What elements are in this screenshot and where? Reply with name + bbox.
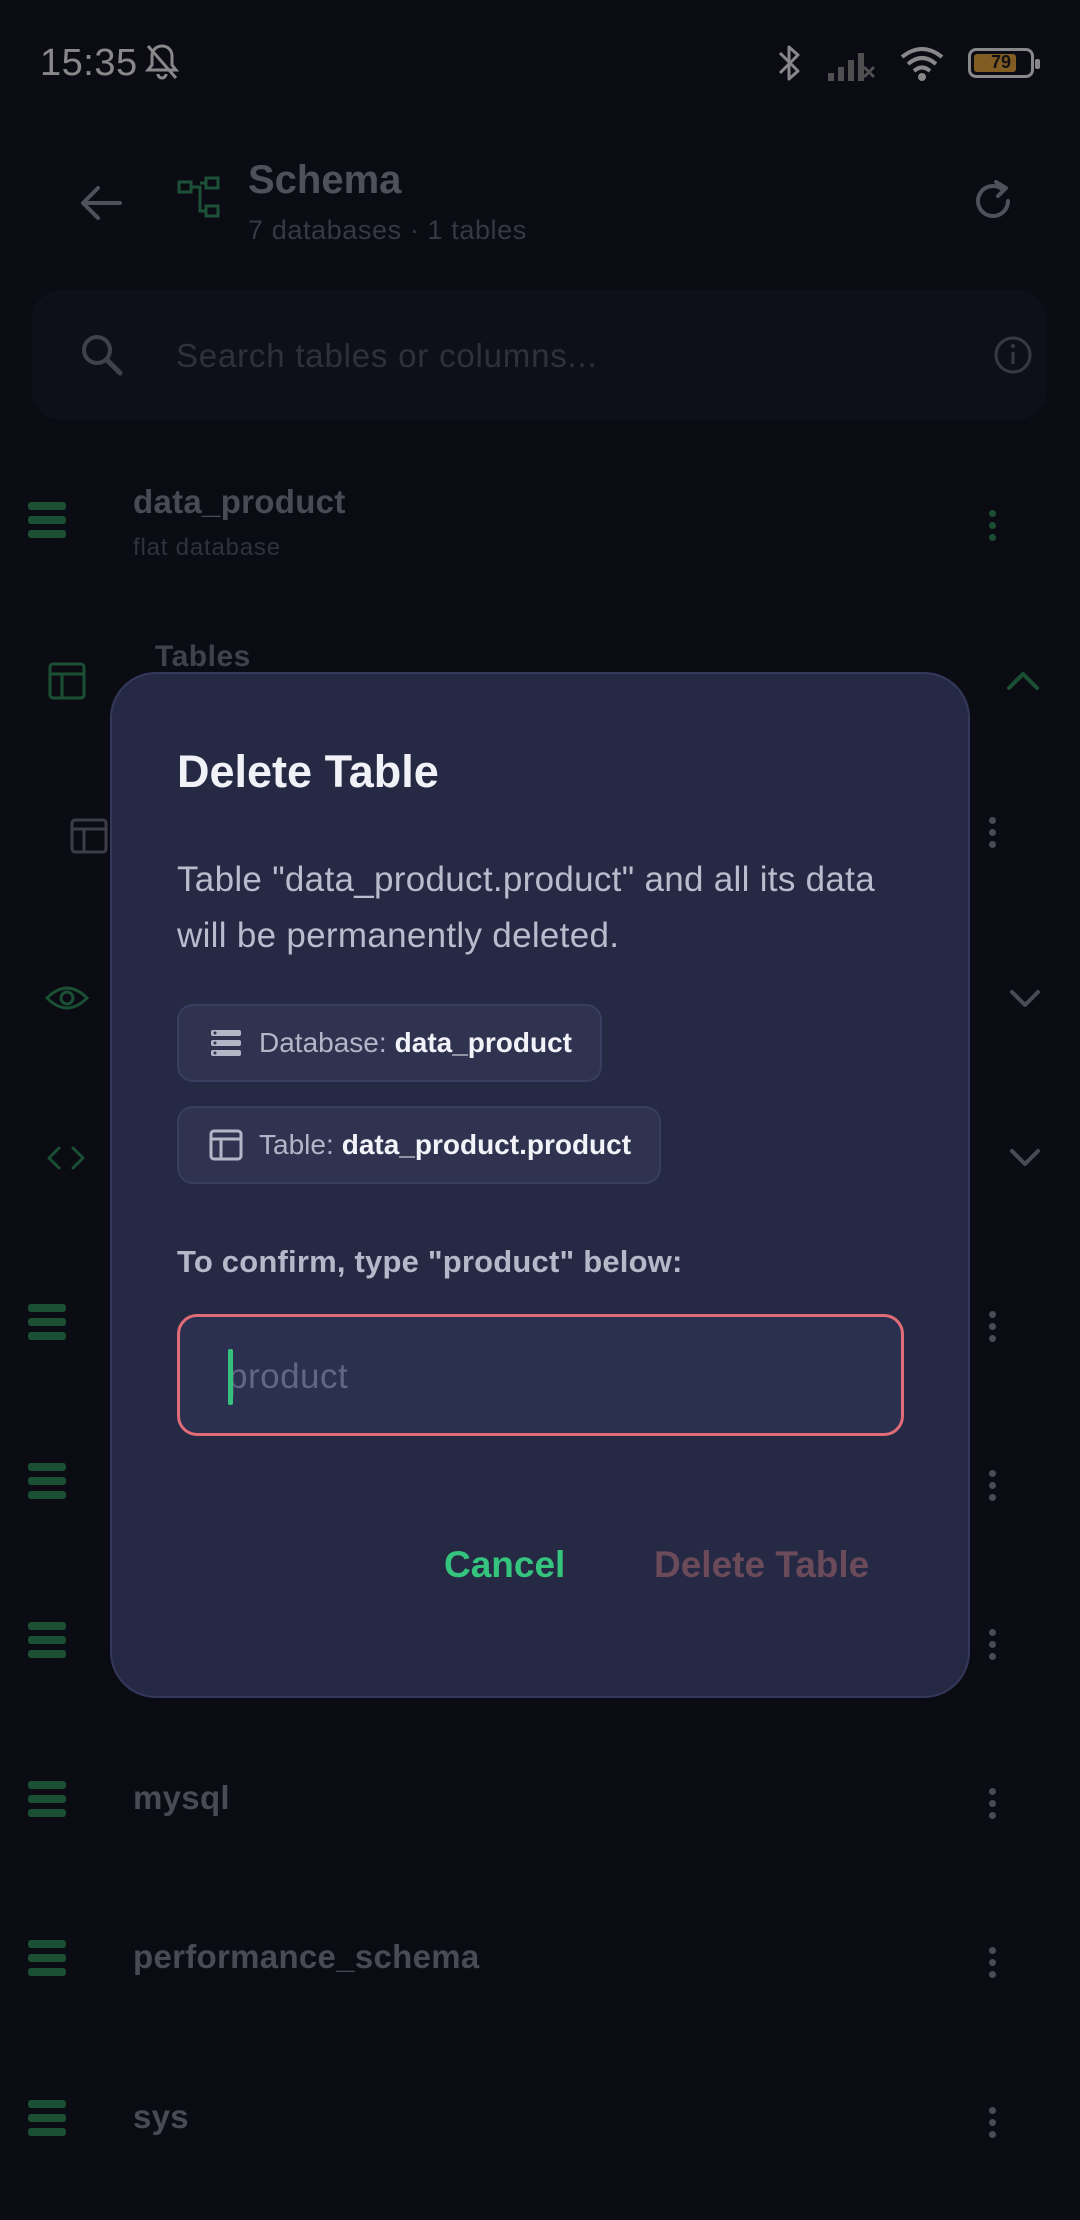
confirm-field[interactable] (177, 1314, 904, 1436)
dialog-message: Table "data_product.product" and all its… (177, 860, 875, 955)
confirm-instruction: To confirm, type "product" below: (177, 1244, 683, 1279)
confirm-input[interactable] (228, 1347, 868, 1407)
table-chip: Table: data_product.product (177, 1106, 662, 1184)
cancel-button[interactable]: Cancel (444, 1544, 565, 1586)
chip-label: Table: (259, 1129, 334, 1160)
chip-value: data_product.product (341, 1129, 632, 1160)
text-cursor (228, 1349, 233, 1405)
delete-table-dialog: Delete Table Table "data_product.product… (110, 672, 970, 1698)
database-icon (211, 1030, 241, 1056)
table-icon (209, 1129, 243, 1161)
app-screen: 15:35 79 Schema 7 databases · 1 tables S… (0, 0, 1080, 2220)
database-chip: Database: data_product (177, 1004, 602, 1082)
delete-table-button[interactable]: Delete Table (654, 1544, 869, 1586)
chip-label: Database: (259, 1027, 387, 1058)
chip-value: data_product (394, 1027, 572, 1058)
dialog-title: Delete Table (177, 746, 439, 797)
